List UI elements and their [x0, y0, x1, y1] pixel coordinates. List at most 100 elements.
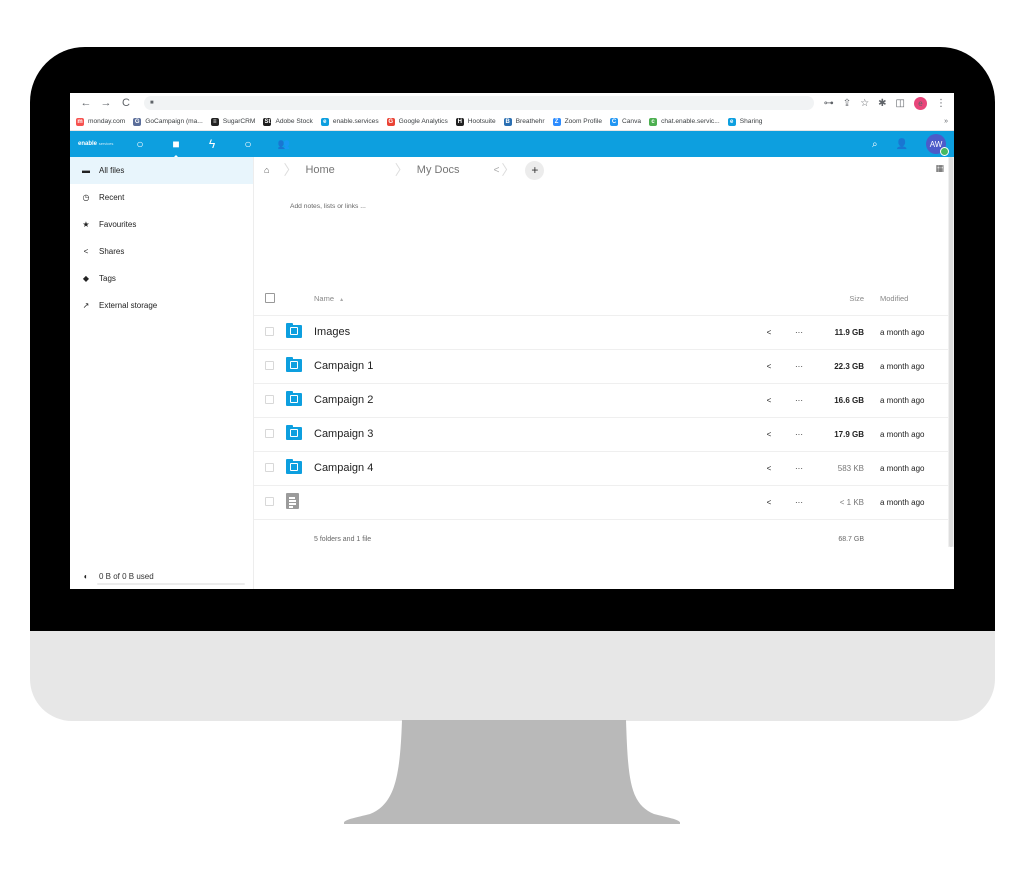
table-row[interactable]: Campaign 3 < ··· 17.9 GB a month ago [254, 416, 954, 451]
more-actions-icon[interactable]: ··· [786, 416, 812, 451]
key-icon[interactable]: ⊶ [824, 98, 834, 109]
profile-avatar[interactable]: e [914, 96, 927, 110]
grid-view-icon[interactable]: ▦ [935, 163, 944, 174]
more-actions-icon[interactable]: ··· [786, 382, 812, 417]
screen: ← → C ■ ⊶ ⇪ ☆ ✱ ◫ e ⋮ m monday.com G GoCamp… [70, 93, 954, 589]
address-bar[interactable]: ■ [144, 96, 814, 110]
bookmark-item[interactable]: B Breathehr [503, 117, 545, 126]
bookmark-favicon-icon: H [455, 117, 464, 126]
share-icon[interactable]: < [752, 416, 786, 451]
bookmark-item[interactable]: ≡ SugarCRM [210, 117, 255, 126]
breadcrumb: ⌂ 〉 Home 〉 My Docs < 〉 + [254, 157, 954, 183]
more-actions-icon[interactable]: ··· [786, 484, 812, 519]
sidebar-item-external-storage[interactable]: ↗ External storage [70, 292, 253, 319]
row-checkbox[interactable] [265, 462, 274, 472]
table-row[interactable]: Images < ··· 11.9 GB a month ago [254, 314, 954, 349]
share-icon: < [83, 247, 89, 256]
brand-name: enable [78, 141, 98, 147]
activity-icon[interactable]: ϟ [204, 137, 220, 151]
home-icon[interactable]: ⌂ [264, 165, 269, 175]
share-icon[interactable]: < [752, 382, 786, 417]
sidebar-item-label: Shares [99, 247, 125, 256]
sidebar-item-all-files[interactable]: ▬ All files [70, 157, 253, 184]
sidebar: ▬ All files ◷ Recent ★ Favourites < Shar… [70, 157, 254, 589]
new-button[interactable]: + [525, 160, 545, 180]
summary-row: 5 folders and 1 file 68.7 GB [254, 518, 954, 559]
contacts-menu-icon[interactable]: 👤 [896, 139, 908, 150]
forward-button[interactable]: → [98, 97, 114, 109]
quota-bar [97, 583, 245, 585]
file-name[interactable]: Campaign 3 [314, 428, 373, 440]
name-header-label: Name [314, 294, 335, 304]
row-checkbox[interactable] [265, 360, 274, 370]
bookmark-label: Zoom Profile [564, 118, 602, 125]
file-name[interactable]: Campaign 4 [314, 462, 373, 474]
size-column-header[interactable]: Size [812, 283, 864, 315]
reload-button[interactable]: C [118, 97, 134, 109]
files-icon[interactable]: ■ [168, 137, 184, 160]
file-name[interactable]: Campaign 2 [314, 394, 373, 406]
share-icon[interactable]: ⇪ [843, 98, 851, 109]
bookmark-label: Sharing [739, 118, 763, 125]
sidebar-item-shares[interactable]: < Shares [70, 238, 253, 265]
browser-toolbar: ← → C ■ ⊶ ⇪ ☆ ✱ ◫ e ⋮ [70, 93, 954, 113]
sidebar-item-favourites[interactable]: ★ Favourites [70, 211, 253, 238]
bookmark-item[interactable]: G GoCampaign (ma... [133, 117, 203, 126]
contacts-icon[interactable]: 👥 [276, 139, 292, 150]
sidebar-item-label: All files [99, 166, 125, 175]
more-actions-icon[interactable]: ··· [786, 450, 812, 485]
file-modified: a month ago [864, 348, 954, 383]
table-row[interactable]: Campaign 1 < ··· 22.3 GB a month ago [254, 348, 954, 383]
breadcrumb-my-docs[interactable]: My Docs [417, 164, 460, 176]
bookmark-item[interactable]: G Google Analytics [386, 117, 448, 126]
extensions-icon[interactable]: ✱ [878, 98, 886, 109]
bookmarks-overflow-button[interactable]: » [944, 118, 948, 125]
file-modified: a month ago [864, 484, 954, 519]
share-folder-icon[interactable]: < [494, 165, 500, 176]
search-app-icon[interactable]: ○ [240, 137, 256, 151]
bookmark-favicon-icon: e [727, 117, 736, 126]
dashboard-icon[interactable]: ○ [132, 137, 148, 151]
share-icon[interactable]: < [752, 450, 786, 485]
bookmark-item[interactable]: St Adobe Stock [263, 117, 313, 126]
sidebar-item-recent[interactable]: ◷ Recent [70, 184, 253, 211]
user-avatar[interactable]: AW [926, 134, 949, 156]
modified-column-header[interactable]: Modified [864, 283, 954, 315]
row-checkbox[interactable] [265, 326, 274, 336]
storage-quota[interactable]: ◐ 0 B of 0 B used [70, 563, 253, 589]
browser-menu-icon[interactable]: ⋮ [936, 98, 946, 109]
sidebar-item-tags[interactable]: ◆ Tags [70, 265, 253, 292]
more-actions-icon[interactable]: ··· [786, 314, 812, 349]
more-actions-icon[interactable]: ··· [786, 348, 812, 383]
row-checkbox[interactable] [265, 428, 274, 438]
share-icon[interactable]: < [752, 314, 786, 349]
table-row[interactable]: < ··· < 1 KB a month ago [254, 484, 954, 519]
row-checkbox[interactable] [265, 496, 274, 506]
bookmark-item[interactable]: Z Zoom Profile [552, 117, 602, 126]
breadcrumb-home[interactable]: Home [305, 164, 334, 176]
file-name[interactable]: Images [314, 326, 350, 338]
share-icon[interactable]: < [752, 348, 786, 383]
share-icon[interactable]: < [752, 484, 786, 519]
bookmark-item[interactable]: e enable.services [320, 117, 379, 126]
side-panel-icon[interactable]: ◫ [896, 98, 905, 109]
bookmark-item[interactable]: m monday.com [76, 117, 125, 126]
scrollbar-thumb[interactable] [949, 157, 953, 547]
bookmark-item[interactable]: c chat.enable.servic... [649, 117, 720, 126]
app-header: enable services ○ ■ ϟ ○ 👥 ⌕ 👤 AW [70, 131, 954, 160]
select-all-checkbox[interactable] [265, 292, 275, 303]
bookmark-item[interactable]: e Sharing [727, 117, 763, 126]
bookmark-item[interactable]: H Hootsuite [455, 117, 496, 126]
table-row[interactable]: Campaign 2 < ··· 16.6 GB a month ago [254, 382, 954, 417]
row-checkbox[interactable] [265, 394, 274, 404]
external-folder-icon [286, 424, 302, 440]
star-icon[interactable]: ☆ [860, 98, 869, 109]
search-icon[interactable]: ⌕ [872, 139, 878, 150]
table-row[interactable]: Campaign 4 < ··· 583 KB a month ago [254, 450, 954, 485]
back-button[interactable]: ← [78, 97, 94, 109]
folder-notes-input[interactable]: Add notes, lists or links ... [254, 183, 954, 283]
app-logo[interactable]: enable services [78, 141, 126, 147]
file-name[interactable]: Campaign 1 [314, 360, 373, 372]
name-column-header[interactable]: Name ▴ [314, 283, 752, 315]
bookmark-item[interactable]: C Canva [610, 117, 641, 126]
